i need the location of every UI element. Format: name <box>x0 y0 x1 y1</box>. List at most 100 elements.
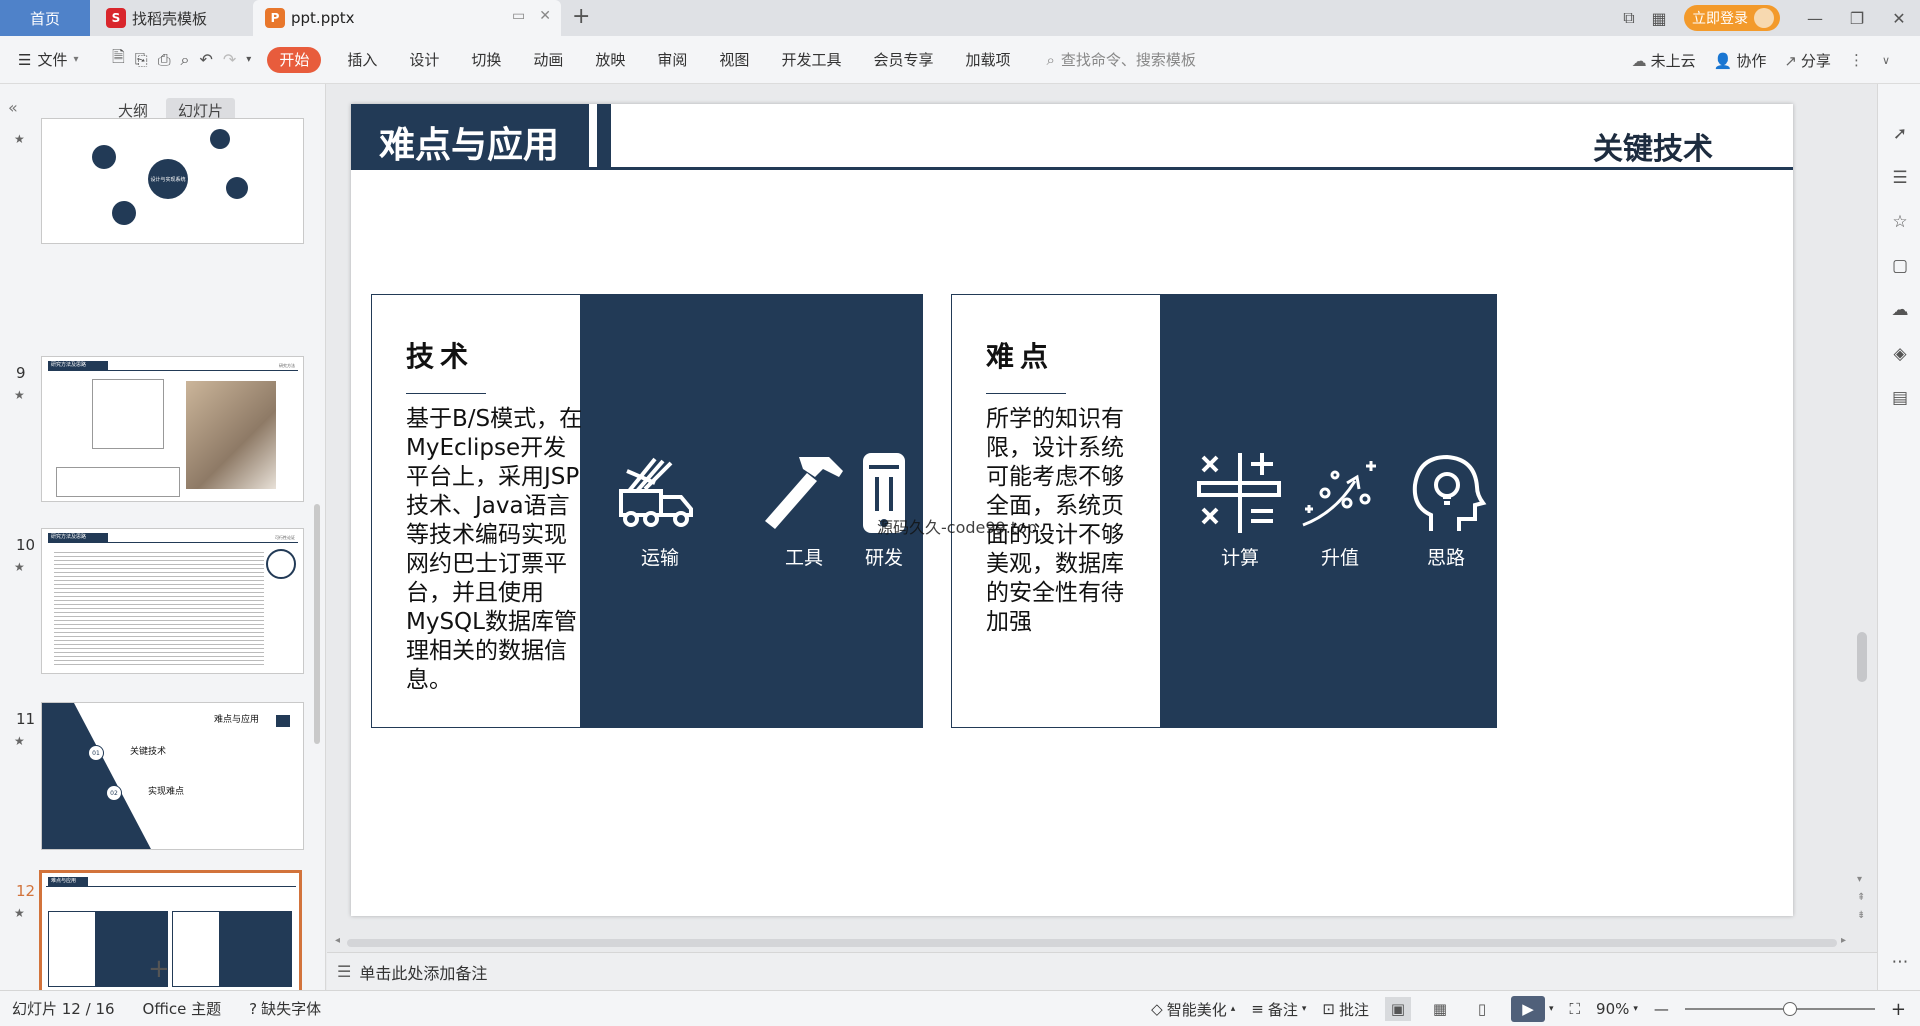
vertical-scrollbar[interactable]: ▾ ⇞ ⇟ <box>1851 84 1871 934</box>
tab-document[interactable]: P ppt.pptx ▭ ✕ <box>253 0 561 36</box>
new-tab-button[interactable]: + <box>572 4 590 29</box>
undo-icon[interactable]: ↶ <box>199 50 212 69</box>
collaborate-button[interactable]: 👤 协作 <box>1714 50 1767 71</box>
slide-thumbnail[interactable]: 设计与实现系统 <box>41 118 304 244</box>
presentation-file-icon: P <box>265 8 285 28</box>
file-menu[interactable]: ☰ 文件 ▾ <box>0 49 100 70</box>
cloud-status-button[interactable]: ☁ 未上云 <box>1632 50 1696 71</box>
scroll-right-icon[interactable]: ▸ <box>1841 935 1846 946</box>
notes-pane[interactable]: ☰ 单击此处添加备注 <box>327 952 1877 990</box>
thumbnail-item: 实现难点 <box>148 787 185 797</box>
slide-canvas[interactable]: 难点与应用 关键技术 技术 基于B/S模式，在MyEclipse开发平台上，采用… <box>351 104 1793 916</box>
slide-thumbnail[interactable]: 研究方法及思路 研究方法 <box>41 356 304 502</box>
properties-icon[interactable]: ☰ <box>1889 168 1911 190</box>
zoom-in-icon[interactable]: + <box>1891 999 1906 1020</box>
horizontal-scrollbar[interactable]: ◂ ▸ <box>333 935 1853 950</box>
ribbon-tab-addins[interactable]: 加载项 <box>949 47 1026 73</box>
animation-star-icon: ★ <box>14 734 25 748</box>
apps-grid-icon[interactable]: ▦ <box>1644 9 1674 28</box>
rocket-icon[interactable]: ➚ <box>1889 124 1911 146</box>
comments-button[interactable]: ⊡ 批注 <box>1322 999 1369 1020</box>
command-search[interactable]: ⌕ 查找命令、搜索模板 <box>1046 49 1195 70</box>
comments-icon[interactable]: ▢ <box>1889 256 1911 278</box>
ribbon-tab-member[interactable]: 会员专享 <box>857 47 949 73</box>
save-icon[interactable]: 🗎 <box>112 46 125 73</box>
fit-window-icon[interactable]: ⛶ <box>1570 1000 1581 1018</box>
scroll-left-icon[interactable]: ◂ <box>335 935 340 946</box>
horizontal-scroll-thumb[interactable] <box>347 939 1837 947</box>
restore-icon[interactable]: ❐ <box>1836 9 1878 28</box>
cloud-status-label: 未上云 <box>1650 51 1696 70</box>
zoom-level[interactable]: 90% ▾ <box>1596 1000 1638 1018</box>
ribbon-tab-transitions[interactable]: 切换 <box>455 47 517 73</box>
print-icon[interactable]: ⎙ <box>158 50 171 70</box>
reading-view-icon[interactable]: ▯ <box>1469 997 1495 1021</box>
add-slide-icon[interactable]: + <box>148 954 170 984</box>
theme-name[interactable]: Office 主题 <box>143 998 222 1019</box>
slide-thumbnail[interactable]: 研究方法及思路 可行性论证 <box>41 528 304 674</box>
notes-toggle-button[interactable]: ≡ 备注 ▾ <box>1251 999 1306 1020</box>
zoom-slider-knob[interactable] <box>1782 1002 1797 1016</box>
float-window-icon[interactable]: ▭ <box>512 8 525 24</box>
thumbnail-scrollbar[interactable] <box>314 504 320 744</box>
tab-home-label: 首页 <box>29 9 60 28</box>
redo-icon[interactable]: ↷ <box>223 50 236 69</box>
ribbon-tab-design[interactable]: 设计 <box>393 47 455 73</box>
next-slide-icon[interactable]: ⇟ <box>1857 910 1865 921</box>
library-icon[interactable]: ▤ <box>1889 388 1911 410</box>
tab-home[interactable]: 首页 <box>0 0 90 36</box>
ribbon-tab-view[interactable]: 视图 <box>703 47 765 73</box>
cloud-doc-icon[interactable]: ☁ <box>1889 300 1911 322</box>
vertical-scroll-thumb[interactable] <box>1857 632 1867 682</box>
scroll-down-icon[interactable]: ▾ <box>1857 874 1862 885</box>
export-pdf-icon[interactable]: ⎘ <box>135 50 148 70</box>
card-difficulty[interactable]: 难点 所学的知识有限，设计系统可能考虑不够全面，系统页面的设计不够美观，数据库的… <box>951 294 1497 728</box>
calculator-icon: 计算 <box>1190 453 1290 570</box>
play-options-icon[interactable]: ▾ <box>1549 1004 1554 1014</box>
close-window-icon[interactable]: ✕ <box>1878 9 1920 28</box>
zoom-slider[interactable] <box>1684 999 1875 1019</box>
share-button[interactable]: ↗ 分享 <box>1784 50 1831 71</box>
docer-icon: S <box>106 8 126 28</box>
notes-placeholder: 单击此处添加备注 <box>359 963 488 983</box>
zoom-out-icon[interactable]: — <box>1654 1000 1669 1018</box>
beautify-icon: ◇ <box>1151 1000 1163 1018</box>
normal-view-icon[interactable]: ▣ <box>1384 997 1411 1021</box>
tab-template[interactable]: S 找稻壳模板 <box>92 0 252 36</box>
print-preview-icon[interactable]: ⌕ <box>181 50 190 70</box>
phone-icon: 研发 <box>834 453 934 570</box>
collapse-panel-icon[interactable]: « <box>8 98 18 117</box>
question-font-icon: ? <box>249 999 258 1018</box>
minimize-icon[interactable]: — <box>1794 9 1836 28</box>
smart-beautify-button[interactable]: ◇ 智能美化 ▴ <box>1151 999 1235 1020</box>
ribbon-tab-insert[interactable]: 插入 <box>331 47 393 73</box>
collapse-ribbon-icon[interactable]: ∨ <box>1882 54 1890 67</box>
more-tools-icon[interactable]: ⋯ <box>1889 952 1911 974</box>
slide-thumbnail[interactable]: 难点与应用 01 关键技术 02 实现难点 <box>41 702 304 850</box>
ribbon-tab-developer[interactable]: 开发工具 <box>765 47 857 73</box>
login-button[interactable]: 立即登录 <box>1684 5 1780 31</box>
ribbon-tab-animations[interactable]: 动画 <box>517 47 579 73</box>
customize-toolbar-icon[interactable]: ▾ <box>246 54 251 65</box>
ribbon-tab-review[interactable]: 审阅 <box>641 47 703 73</box>
card-technology[interactable]: 技术 基于B/S模式，在MyEclipse开发平台上，采用JSP技术、Java语… <box>371 294 923 728</box>
missing-font-button[interactable]: ? 缺失字体 <box>249 998 321 1019</box>
ribbon-tab-slideshow[interactable]: 放映 <box>579 47 641 73</box>
reading-mode-icon[interactable]: ⧉ <box>1614 8 1644 28</box>
header-rule <box>351 167 1793 170</box>
slide-subtitle[interactable]: 关键技术 <box>1593 124 1713 168</box>
thumbnail-title: 研究方法及思路 <box>48 361 108 370</box>
location-icon[interactable]: ◈ <box>1889 344 1911 366</box>
ribbon: ☰ 文件 ▾ 🗎 ⎘ ⎙ ⌕ ↶ ↷ ▾ 开始 插入 设计 切换 动画 放映 审… <box>0 36 1920 84</box>
more-options-icon[interactable]: ⋮ <box>1849 51 1864 69</box>
ribbon-tab-home[interactable]: 开始 <box>267 46 322 73</box>
previous-slide-icon[interactable]: ⇞ <box>1857 892 1865 903</box>
close-tab-icon[interactable]: ✕ <box>539 8 551 24</box>
quick-access-toolbar: 🗎 ⎘ ⎙ ⌕ ↶ ↷ ▾ <box>112 46 251 73</box>
thumbnail-number: 11 <box>16 710 36 728</box>
star-icon[interactable]: ☆ <box>1889 212 1911 234</box>
play-slideshow-icon[interactable]: ▶ <box>1510 996 1545 1022</box>
slide-title[interactable]: 难点与应用 <box>379 116 559 168</box>
slide-counter: 幻灯片 12 / 16 <box>12 1000 115 1018</box>
sorter-view-icon[interactable]: ▦ <box>1427 997 1453 1021</box>
